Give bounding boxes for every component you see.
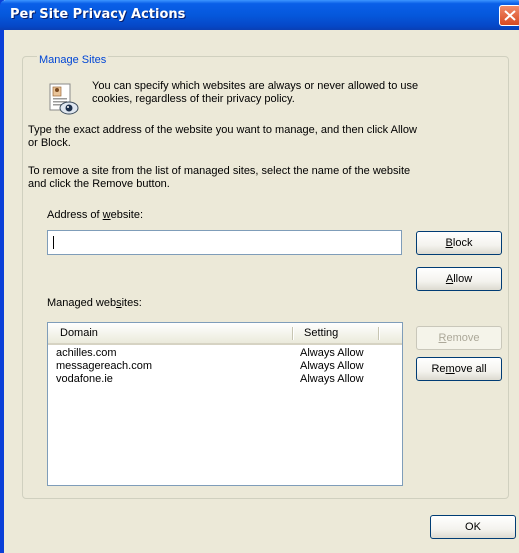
remove-all-button[interactable]: Remove all: [416, 357, 502, 381]
setting-cell: Always Allow: [300, 373, 364, 385]
list-item[interactable]: vodafone.ie Always Allow: [48, 373, 402, 386]
dialog-content: Manage Sites You can specify which websi…: [4, 30, 519, 553]
remove-instruction-line-1: To remove a site from the list of manage…: [28, 165, 411, 177]
intro-line-1: You can specify which websites are alway…: [92, 80, 419, 92]
list-header: Domain Setting: [48, 323, 402, 345]
list-item[interactable]: messagereach.com Always Allow: [48, 360, 402, 373]
address-label: Address of website:: [47, 209, 144, 221]
window-title: Per Site Privacy Actions: [10, 7, 186, 22]
column-domain[interactable]: Domain: [60, 323, 98, 343]
managed-sites-list[interactable]: Domain Setting achilles.com Always Allow…: [47, 322, 403, 486]
managed-sites-label: Managed websites:: [47, 297, 142, 309]
title-bar[interactable]: Per Site Privacy Actions: [0, 0, 519, 30]
allow-button[interactable]: Allow: [416, 267, 502, 291]
list-item[interactable]: achilles.com Always Allow: [48, 347, 402, 360]
close-icon: [504, 10, 516, 21]
remove-button[interactable]: Remove: [416, 326, 502, 350]
type-instruction-line-1: Type the exact address of the website yo…: [28, 124, 417, 136]
domain-cell: messagereach.com: [56, 360, 152, 372]
domain-cell: achilles.com: [56, 347, 117, 359]
website-address-input[interactable]: [47, 230, 402, 255]
dialog-window: Per Site Privacy Actions Manage Sites Yo…: [0, 0, 519, 553]
remove-instruction-line-2: and click the Remove button.: [28, 178, 170, 190]
ok-button[interactable]: OK: [430, 515, 516, 539]
domain-cell: vodafone.ie: [56, 373, 113, 385]
setting-cell: Always Allow: [300, 347, 364, 359]
column-setting[interactable]: Setting: [304, 323, 338, 343]
setting-cell: Always Allow: [300, 360, 364, 372]
text-caret: [53, 236, 54, 249]
type-instruction-line-2: or Block.: [28, 137, 71, 149]
intro-line-2: cookies, regardless of their privacy pol…: [92, 93, 295, 105]
group-legend: Manage Sites: [37, 54, 109, 66]
block-button[interactable]: Block: [416, 231, 502, 255]
column-separator[interactable]: [292, 327, 293, 340]
close-button[interactable]: [499, 5, 519, 26]
column-separator[interactable]: [378, 327, 379, 340]
privacy-icon: [49, 83, 79, 115]
